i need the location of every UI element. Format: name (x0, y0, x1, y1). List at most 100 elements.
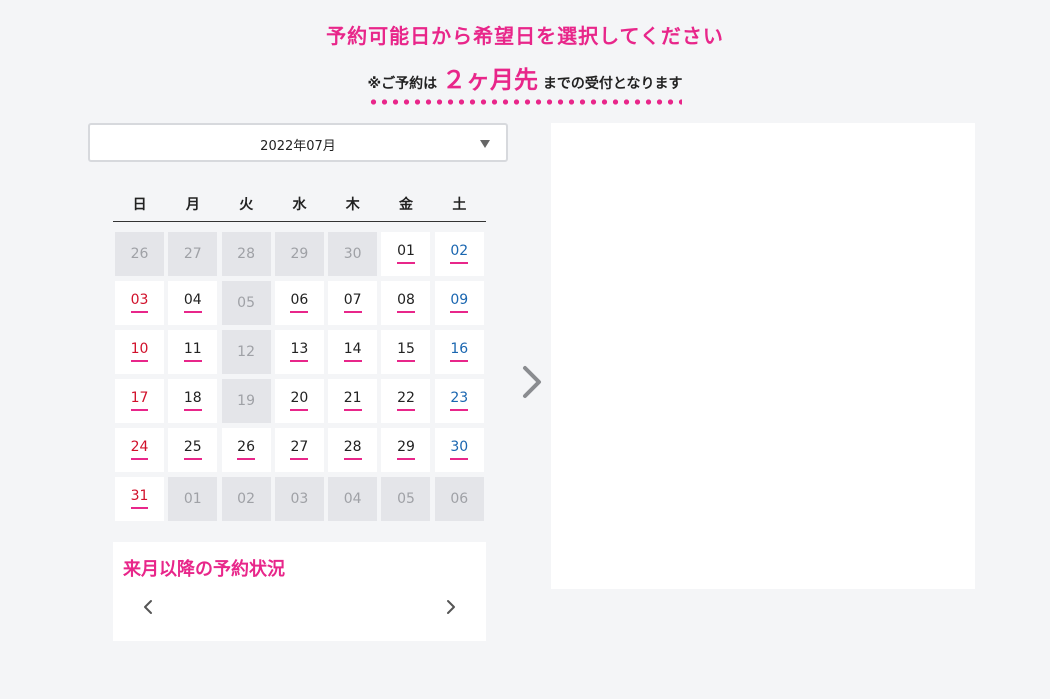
calendar-day-number: 14 (343, 341, 362, 363)
caret-down-icon (480, 140, 490, 148)
calendar-day-number: 26 (130, 246, 149, 262)
calendar-day-available[interactable]: 26 (221, 428, 271, 472)
calendar-day-number: 06 (290, 292, 309, 314)
calendar-day-unavailable: 06 (434, 477, 484, 521)
calendar-day-unavailable: 02 (221, 477, 271, 521)
calendar-day-number: 13 (290, 341, 309, 363)
calendar-day-unavailable: 26 (115, 232, 164, 276)
future-availability-title: 来月以降の予約状況 (123, 559, 285, 580)
calendar-day-available[interactable]: 31 (115, 477, 164, 521)
calendar-day-number: 07 (343, 292, 362, 314)
calendar-day-number: 31 (130, 488, 149, 510)
calendar-day-available[interactable]: 17 (115, 379, 164, 423)
calendar-day-available[interactable]: 09 (434, 281, 484, 325)
calendar-day-available[interactable]: 10 (115, 330, 164, 374)
calendar-day-unavailable: 27 (168, 232, 218, 276)
month-select-value: 2022年07月 (260, 139, 336, 154)
calendar-day-number: 11 (183, 341, 202, 363)
calendar-day-number: 04 (183, 292, 202, 314)
calendar-day-number: 17 (130, 390, 149, 412)
calendar-day-number: 05 (237, 295, 255, 311)
calendar-day-number: 30 (450, 439, 469, 461)
chevron-left-icon (144, 600, 152, 614)
calendar-day-unavailable: 29 (274, 232, 324, 276)
calendar-day-number: 29 (397, 439, 415, 461)
calendar-day-available[interactable]: 03 (115, 281, 164, 325)
calendar-day-unavailable: 19 (221, 379, 271, 423)
calendar-day-available[interactable]: 20 (274, 379, 324, 423)
calendar-day-number: 27 (183, 246, 202, 262)
weekday-header: 日 月 火 水 木 金 土 (113, 194, 486, 222)
calendar-day-available[interactable]: 29 (381, 428, 431, 472)
calendar-day-number: 01 (397, 243, 415, 265)
calendar-day-number: 09 (450, 292, 469, 314)
notice-text: ※ご予約は ２ヶ月先 までの受付となります (367, 60, 683, 105)
time-slot-panel (551, 123, 975, 589)
notice-prefix: ※ご予約は (367, 76, 438, 92)
calendar-day-available[interactable]: 06 (274, 281, 324, 325)
calendar-day-available[interactable]: 25 (168, 428, 218, 472)
calendar-day-available[interactable]: 23 (434, 379, 484, 423)
future-next-button[interactable] (444, 598, 458, 616)
calendar-grid: 26 27 28 29 30 01 02 03 04 05 06 07 08 09 10 11 12 13 14 15… (115, 232, 488, 521)
calendar-day-available[interactable]: 14 (328, 330, 378, 374)
calendar-day-unavailable: 05 (221, 281, 271, 325)
calendar-day-number: 27 (290, 439, 309, 461)
calendar-day-number: 18 (183, 390, 202, 412)
calendar-day-number: 06 (450, 491, 469, 507)
calendar-day-number: 05 (397, 491, 415, 507)
calendar-day-number: 24 (130, 439, 149, 461)
calendar-day-number: 22 (397, 390, 415, 412)
calendar-day-available[interactable]: 15 (381, 330, 431, 374)
calendar-day-number: 23 (450, 390, 469, 412)
weekday-label: 土 (452, 197, 467, 213)
calendar-day-number: 01 (183, 491, 202, 507)
calendar-day-available[interactable]: 07 (328, 281, 378, 325)
calendar-day-unavailable: 30 (328, 232, 378, 276)
calendar-day-unavailable: 12 (221, 330, 271, 374)
calendar-day-number: 10 (130, 341, 149, 363)
weekday-label: 木 (345, 197, 360, 213)
next-month-button[interactable] (520, 364, 544, 400)
booking-notice: ※ご予約は ２ヶ月先 までの受付となります (0, 60, 1050, 105)
calendar-day-available[interactable]: 02 (434, 232, 484, 276)
calendar-day-number: 12 (237, 344, 255, 360)
notice-suffix: までの受付となります (542, 76, 683, 92)
calendar-day-number: 29 (290, 246, 309, 262)
calendar-day-unavailable: 03 (274, 477, 324, 521)
calendar-day-available[interactable]: 08 (381, 281, 431, 325)
calendar-day-unavailable: 28 (221, 232, 271, 276)
notice-highlight: ２ヶ月先 (442, 66, 539, 94)
calendar-day-number: 25 (183, 439, 202, 461)
calendar-day-available[interactable]: 16 (434, 330, 484, 374)
calendar-day-available[interactable]: 22 (381, 379, 431, 423)
calendar-day-available[interactable]: 27 (274, 428, 324, 472)
weekday-label: 水 (292, 197, 307, 213)
calendar-day-number: 15 (397, 341, 415, 363)
weekday-label: 月 (185, 197, 200, 213)
month-select[interactable]: 2022年07月 (88, 123, 508, 162)
calendar-day-number: 03 (130, 292, 149, 314)
calendar-day-number: 02 (237, 491, 255, 507)
calendar-day-available[interactable]: 01 (381, 232, 431, 276)
calendar-day-available[interactable]: 13 (274, 330, 324, 374)
calendar-day-unavailable: 01 (168, 477, 218, 521)
future-prev-button[interactable] (141, 598, 155, 616)
calendar-day-number: 26 (237, 439, 255, 461)
calendar-day-available[interactable]: 04 (168, 281, 218, 325)
weekday-label: 金 (399, 197, 414, 213)
calendar-day-available[interactable]: 18 (168, 379, 218, 423)
calendar-day-number: 28 (237, 246, 255, 262)
calendar-day-available[interactable]: 11 (168, 330, 218, 374)
calendar-day-number: 03 (290, 491, 309, 507)
calendar-day-available[interactable]: 30 (434, 428, 484, 472)
calendar-day-number: 20 (290, 390, 309, 412)
dotted-underline (367, 99, 683, 105)
chevron-right-icon (447, 600, 455, 614)
calendar-day-number: 28 (343, 439, 362, 461)
page-title: 予約可能日から希望日を選択してください (326, 24, 724, 48)
calendar-day-available[interactable]: 28 (328, 428, 378, 472)
calendar-day-number: 02 (450, 243, 469, 265)
calendar-day-available[interactable]: 21 (328, 379, 378, 423)
calendar-day-available[interactable]: 24 (115, 428, 164, 472)
